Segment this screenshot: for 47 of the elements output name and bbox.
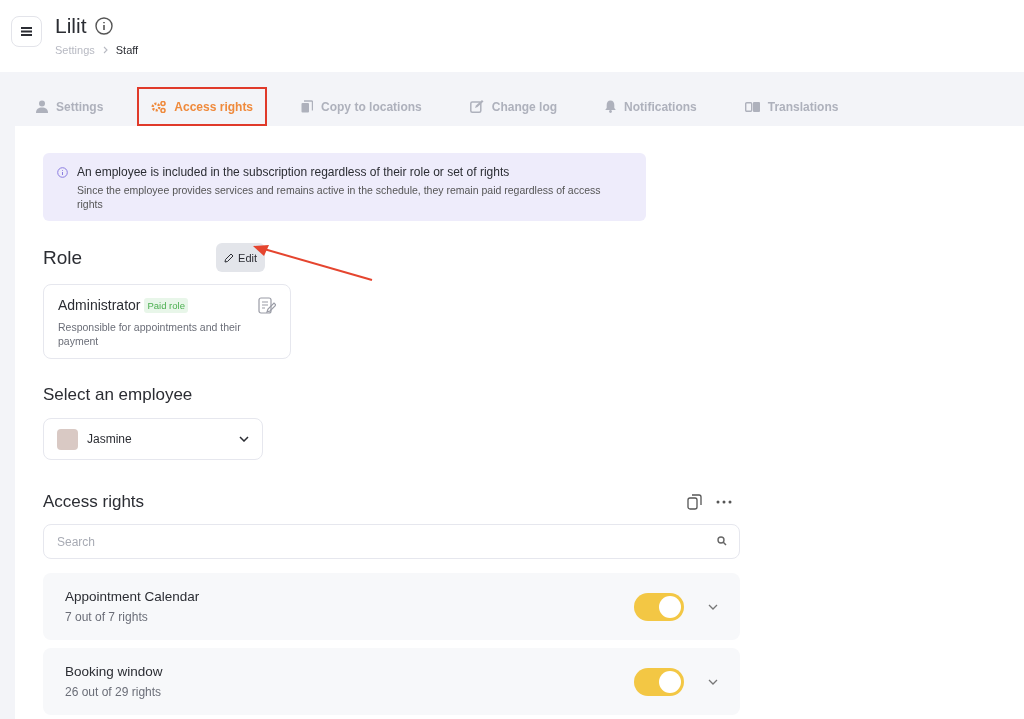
chevron-right-icon — [102, 46, 108, 54]
section-heading: Access rights — [43, 492, 146, 512]
section-heading: Select an employee — [43, 385, 194, 405]
person-icon — [36, 100, 48, 113]
rights-count: 7 out of 7 rights — [65, 610, 149, 624]
role-name: Administrator — [58, 297, 141, 313]
rights-group-name: Appointment Calendar — [65, 589, 201, 604]
tab[interactable]: Access rights — [137, 87, 268, 126]
banner-text: Since the employee provides services and remains active in the schedule, they remain paid regardless of access rights — [77, 183, 602, 211]
rights-group-name: Booking window — [65, 664, 164, 679]
pencil-square-icon — [469, 100, 484, 113]
pencil-icon — [224, 252, 235, 263]
paid-role-badge: Paid role — [144, 297, 188, 313]
search-field[interactable]: Search — [43, 524, 740, 559]
gears-icon — [151, 100, 167, 113]
menu-button[interactable] — [11, 16, 42, 47]
tab[interactable]: Copy to locations — [287, 87, 436, 126]
employee-name: Jasmine — [87, 432, 133, 446]
info-icon — [94, 17, 113, 35]
search-icon — [717, 536, 727, 546]
chevron-down-icon — [239, 436, 249, 442]
tab[interactable]: Notifications — [591, 87, 711, 126]
avatar-placeholder — [57, 428, 78, 450]
page-title: Lilit — [55, 15, 87, 37]
document-edit-icon — [258, 296, 276, 314]
tab[interactable]: Translations — [730, 87, 853, 126]
toggle-switch[interactable] — [634, 667, 684, 696]
rights-count: 26 out of 29 rights — [65, 685, 163, 699]
section-heading: Role — [43, 246, 83, 269]
tab[interactable]: Change log — [455, 87, 572, 126]
role-description: Responsible for appointments and their payment — [58, 320, 242, 348]
chevron-down-icon[interactable] — [708, 678, 718, 685]
more-icon[interactable] — [716, 500, 732, 504]
info-icon — [57, 167, 68, 178]
role-card[interactable]: Administrator Paid role Responsible for appointments and their payment — [43, 284, 291, 359]
edit-button[interactable]: Edit — [216, 243, 266, 272]
menu-icon — [21, 27, 32, 36]
copy-icon[interactable] — [687, 494, 702, 510]
translate-icon — [744, 101, 760, 112]
bell-icon — [605, 100, 617, 113]
toggle-switch[interactable] — [634, 592, 684, 621]
employee-select[interactable]: Jasmine — [43, 418, 263, 460]
breadcrumb-link[interactable]: Settings — [55, 44, 95, 56]
tab[interactable]: Settings — [22, 87, 118, 126]
banner-title: An employee is included in the subscription regardless of their role or set of rights — [77, 165, 511, 179]
copy-icon — [301, 100, 314, 113]
chevron-down-icon[interactable] — [708, 603, 718, 610]
